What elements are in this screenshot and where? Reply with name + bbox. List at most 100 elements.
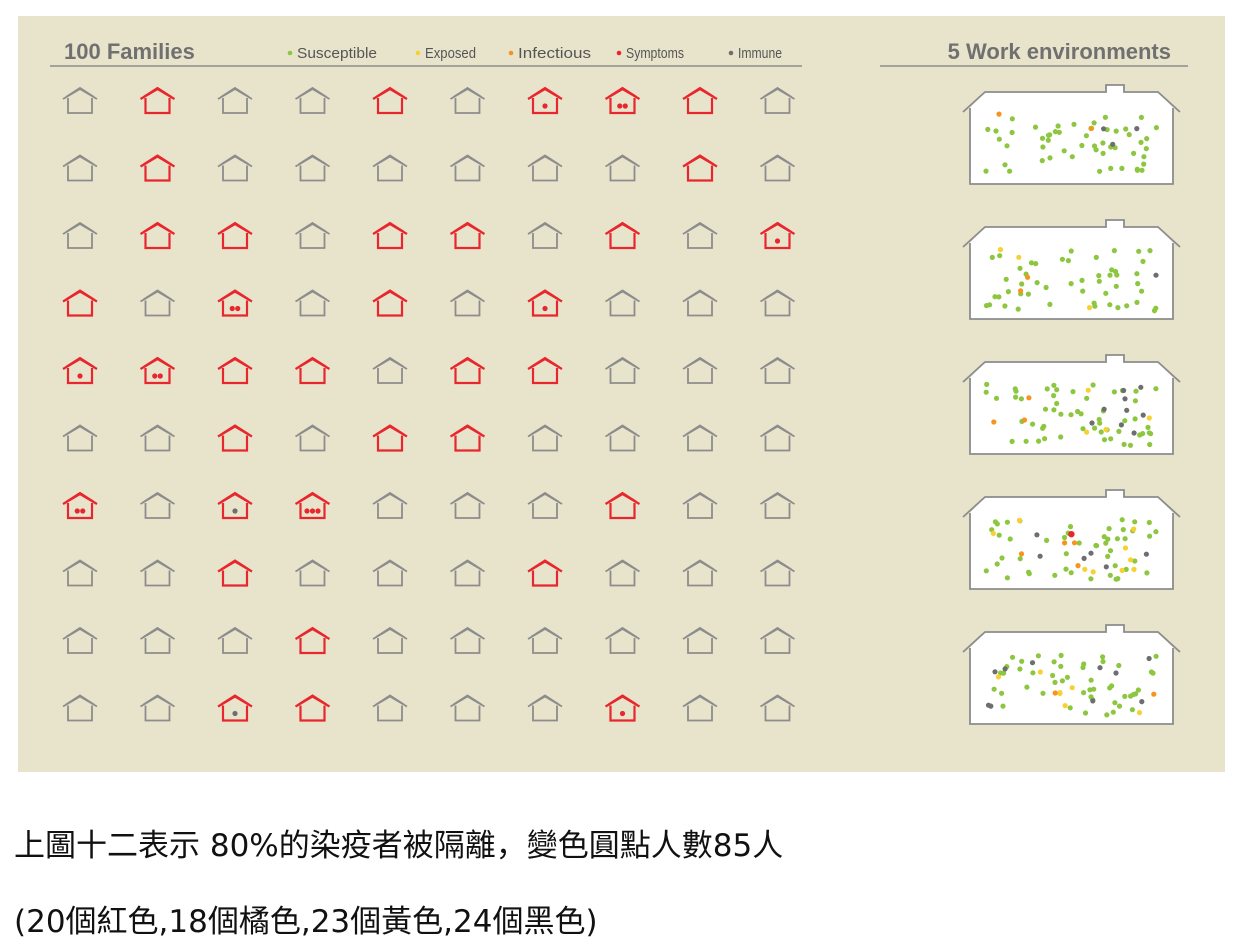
legend-item-symptoms: Symptoms (616, 45, 684, 62)
house-icon (140, 424, 175, 452)
family-house (62, 559, 98, 587)
caption-line-1: 上圖十二表示 80%的染疫者被隔離，變色圓點人數85人 (14, 828, 784, 864)
legend-item-immune: Immune (728, 45, 782, 62)
person-dot-orange (1052, 690, 1058, 696)
person-dot-yellow (1085, 387, 1091, 393)
person-dot-yellow (995, 674, 1002, 680)
person-dot-green (1121, 441, 1127, 447)
family-house (450, 86, 485, 114)
person-dot-green (1076, 540, 1082, 546)
house-icon (372, 154, 408, 182)
family-house (449, 356, 486, 385)
person-dot-green (1013, 388, 1019, 394)
person-dot-gray (1122, 396, 1128, 402)
person-dot-green (1132, 519, 1138, 525)
family-house (372, 221, 408, 250)
family-house (140, 626, 175, 654)
house-icon-infected (449, 424, 486, 452)
house-icon (760, 356, 795, 384)
person-dot-green (1140, 258, 1146, 264)
person-dot-green (1097, 168, 1103, 174)
person-dot-green (1059, 678, 1065, 684)
house-icon (450, 154, 485, 182)
person-dot-green (1007, 168, 1013, 174)
person-dot-green (1065, 258, 1071, 264)
person-dot-green (1111, 389, 1117, 395)
family-house (527, 356, 563, 385)
house-icon-infected (449, 221, 486, 250)
person-dot-green (1068, 248, 1074, 254)
person-dot-orange (1151, 691, 1157, 697)
person-dot-gray (1140, 412, 1146, 418)
person-dot-green (1017, 265, 1023, 271)
person-dot-green (1092, 425, 1098, 431)
family-house (604, 694, 641, 722)
house-icon (760, 694, 795, 722)
family-house (62, 221, 98, 249)
person-dot-green (1136, 248, 1142, 254)
person-dot-green (1025, 291, 1031, 297)
person-dot-green (1079, 142, 1085, 149)
person-dot-green (999, 555, 1005, 561)
person-dot-green (1101, 437, 1108, 443)
house-icon (682, 221, 718, 249)
legend-dot (728, 50, 734, 56)
house-icon (682, 559, 718, 587)
person-dot-green (1002, 162, 1008, 168)
house-icon-infected (759, 221, 796, 250)
person-dot-gray (1139, 699, 1145, 705)
person-dot-green (1153, 386, 1159, 392)
person-dot-green (1091, 143, 1098, 149)
house-icon (295, 154, 330, 182)
person-dot-green (1067, 524, 1074, 530)
family-house (62, 154, 98, 182)
family-house (527, 154, 563, 182)
family-house (682, 289, 718, 317)
person-dot-red (1068, 531, 1075, 538)
family-house (217, 626, 253, 654)
house-icon (450, 491, 485, 519)
house-icon-infected (217, 424, 253, 452)
person-dot-green (1138, 114, 1144, 120)
person-dot-green (1090, 382, 1096, 388)
person-dot-yellow (1090, 569, 1096, 575)
house-icon (217, 154, 253, 182)
house-icon (450, 289, 485, 317)
family-house (217, 154, 253, 182)
legend-label: Symptoms (626, 45, 684, 62)
person-dot-gray (1131, 430, 1137, 436)
person-dot-green (1107, 572, 1113, 578)
house-icon-infected (372, 221, 408, 250)
family-house (527, 559, 563, 587)
person-dot-green (1045, 137, 1051, 143)
house-icon-infected (604, 221, 641, 250)
family-house (62, 491, 98, 520)
person-dot-green (1123, 126, 1129, 132)
person-dot-green (1153, 125, 1159, 131)
person-dot-green (1115, 305, 1121, 311)
house-icon-infected (372, 289, 408, 317)
person-dot-green (994, 521, 1000, 527)
family-house (760, 626, 795, 654)
person-dot-green (987, 302, 993, 308)
person-dot-green (1088, 576, 1094, 582)
legend-item-infectious: Infectious (508, 45, 591, 62)
house-icon (62, 154, 98, 182)
house-icon (62, 559, 98, 587)
family-house (294, 694, 331, 722)
person-dot-green (1045, 132, 1052, 138)
person-dot-green (983, 168, 989, 174)
house-icon (295, 289, 330, 317)
family-house (139, 221, 176, 250)
family-house (760, 559, 795, 587)
house-icon (62, 424, 98, 452)
symptoms-dot (619, 710, 626, 717)
person-dot-green (1104, 712, 1110, 718)
person-dot-gray (1090, 698, 1096, 704)
person-dot-green (999, 690, 1005, 696)
house-icon (140, 491, 175, 519)
person-dot-yellow (1057, 690, 1063, 696)
person-dot-green (1111, 248, 1117, 254)
house-icon (295, 559, 330, 587)
person-dot-green (1091, 686, 1097, 692)
